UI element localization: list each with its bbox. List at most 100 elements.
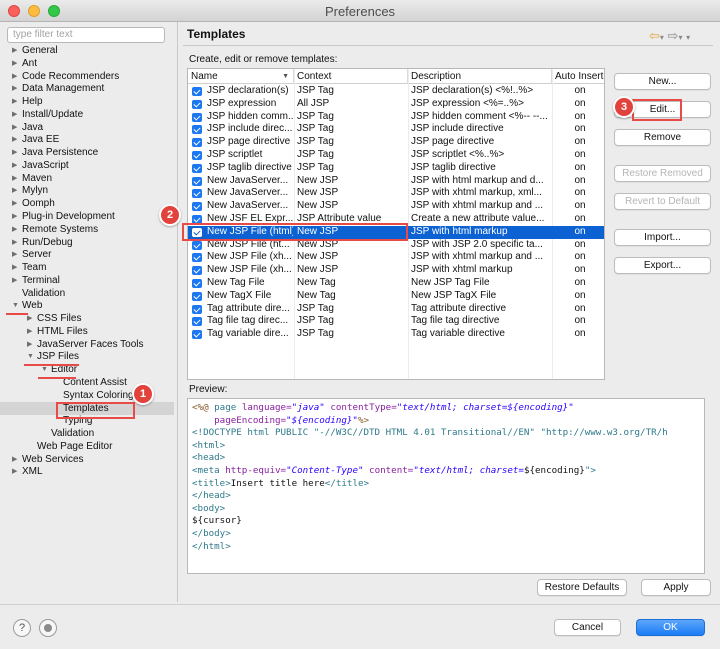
tree-item[interactable]: ▶ Java EE (0, 133, 174, 146)
table-row[interactable]: New Tag File New Tag New JSP Tag File on (188, 277, 604, 290)
tree-item[interactable]: ▶ Oomph (0, 197, 174, 210)
tree-item[interactable]: ▶ Server (0, 248, 174, 261)
enabled-checkbox[interactable] (192, 317, 202, 327)
enabled-checkbox[interactable] (192, 240, 202, 250)
enabled-checkbox[interactable] (192, 253, 202, 263)
table-row[interactable]: JSP hidden comm... JSP Tag JSP hidden comm… (188, 111, 604, 124)
collapsed-arrow-icon[interactable]: ▶ (12, 248, 17, 261)
collapsed-arrow-icon[interactable]: ▶ (12, 223, 17, 236)
expanded-arrow-icon[interactable]: ▼ (12, 299, 19, 312)
tree-item[interactable]: ▼ JSP Files (0, 350, 174, 363)
table-row[interactable]: New JavaServer... New JSP JSP with xhtml m… (188, 200, 604, 213)
collapsed-arrow-icon[interactable]: ▶ (12, 82, 17, 95)
collapsed-arrow-icon[interactable]: ▶ (12, 108, 17, 121)
tree-item[interactable]: ▶ Java Persistence (0, 146, 174, 159)
collapsed-arrow-icon[interactable]: ▶ (12, 70, 17, 83)
tree-item[interactable]: Validation (0, 427, 174, 440)
collapsed-arrow-icon[interactable]: ▶ (12, 453, 17, 466)
column-header-description[interactable]: Description (408, 69, 552, 84)
collapsed-arrow-icon[interactable]: ▶ (27, 338, 32, 351)
enabled-checkbox[interactable] (192, 279, 202, 288)
cancel-button[interactable]: Cancel (554, 619, 621, 636)
table-row[interactable]: JSP taglib directive JSP Tag JSP taglib di… (188, 162, 604, 175)
table-row[interactable]: New TagX File New Tag New JSP TagX File on (188, 290, 604, 303)
record-icon[interactable] (39, 619, 57, 637)
view-menu-icon[interactable]: ▾ (686, 33, 690, 42)
collapsed-arrow-icon[interactable]: ▶ (12, 44, 17, 57)
table-row[interactable]: JSP include direc... JSP Tag JSP include d… (188, 123, 604, 136)
enabled-checkbox[interactable] (192, 189, 202, 199)
sash-divider[interactable] (177, 22, 178, 602)
enabled-checkbox[interactable] (192, 176, 202, 186)
preference-tree[interactable]: ▶ General ▶ Ant ▶ Code Recommenders ▶ Data Mana… (0, 44, 174, 604)
forward-arrow-icon[interactable]: ⇨ (668, 28, 679, 43)
ok-button[interactable]: OK (636, 619, 705, 636)
table-row[interactable]: Tag file tag direc... JSP Tag Tag file tag… (188, 315, 604, 328)
table-row[interactable]: JSP scriptlet JSP Tag JSP scriptlet <%..%>… (188, 149, 604, 162)
enabled-checkbox[interactable] (192, 125, 202, 135)
column-header-context[interactable]: Context (294, 69, 408, 84)
export-button[interactable]: Export... (614, 257, 711, 274)
tree-item[interactable]: ▶ Java (0, 121, 174, 134)
tree-item[interactable]: ▶ Terminal (0, 274, 174, 287)
import-button[interactable]: Import... (614, 229, 711, 246)
column-header-name[interactable]: Name ▼ (188, 69, 294, 84)
tree-item[interactable]: ▶ XML (0, 465, 174, 478)
enabled-checkbox[interactable] (192, 87, 202, 96)
collapsed-arrow-icon[interactable]: ▶ (12, 146, 17, 159)
tree-item[interactable]: ▶ Help (0, 95, 174, 108)
collapsed-arrow-icon[interactable]: ▶ (12, 261, 17, 274)
column-header-auto-insert[interactable]: Auto Insert (552, 69, 604, 84)
restore-removed-button[interactable]: Restore Removed (614, 165, 711, 182)
tree-item[interactable]: ▶ Remote Systems (0, 223, 174, 236)
table-row[interactable]: Tag attribute dire... JSP Tag Tag attribut… (188, 303, 604, 316)
tree-item[interactable]: ▶ Code Recommenders (0, 70, 174, 83)
collapsed-arrow-icon[interactable]: ▶ (12, 210, 17, 223)
collapsed-arrow-icon[interactable]: ▶ (12, 465, 17, 478)
apply-button[interactable]: Apply (641, 579, 711, 596)
tree-item[interactable]: ▶ Ant (0, 57, 174, 70)
collapsed-arrow-icon[interactable]: ▶ (12, 95, 17, 108)
collapsed-arrow-icon[interactable]: ▶ (12, 197, 17, 210)
collapsed-arrow-icon[interactable]: ▶ (12, 172, 17, 185)
expanded-arrow-icon[interactable]: ▼ (27, 350, 34, 363)
tree-item[interactable]: Web Page Editor (0, 440, 174, 453)
tree-item[interactable]: ▶ Maven (0, 172, 174, 185)
table-row[interactable]: JSP declaration(s) JSP Tag JSP declaration… (188, 85, 604, 98)
tree-item[interactable]: ▶ Run/Debug (0, 236, 174, 249)
remove-button[interactable]: Remove (614, 129, 711, 146)
collapsed-arrow-icon[interactable]: ▶ (27, 325, 32, 338)
tree-item[interactable]: ▼ Web (0, 299, 174, 312)
tree-item[interactable]: ▶ HTML Files (0, 325, 174, 338)
enabled-checkbox[interactable] (192, 304, 202, 314)
table-row[interactable]: New JSP File (xh... New JSP JSP with xhtml… (188, 251, 604, 264)
enabled-checkbox[interactable] (192, 138, 202, 148)
tree-item[interactable]: ▶ Data Management (0, 82, 174, 95)
collapsed-arrow-icon[interactable]: ▶ (12, 133, 17, 146)
help-icon[interactable]: ? (13, 619, 31, 637)
collapsed-arrow-icon[interactable]: ▶ (12, 184, 17, 197)
tree-item[interactable]: ▶ Team (0, 261, 174, 274)
tree-item[interactable]: ▶ Mylyn (0, 184, 174, 197)
template-preview[interactable]: <%@ page language="java" contentType="te… (187, 398, 705, 574)
enabled-checkbox[interactable] (192, 266, 202, 276)
tree-item[interactable]: ▶ JavaServer Faces Tools (0, 338, 174, 351)
enabled-checkbox[interactable] (192, 291, 202, 301)
collapsed-arrow-icon[interactable]: ▶ (12, 274, 17, 287)
collapsed-arrow-icon[interactable]: ▶ (12, 57, 17, 70)
filter-input[interactable]: type filter text (7, 27, 165, 43)
table-row[interactable]: New JavaServer... New JSP JSP with html ma… (188, 175, 604, 188)
table-row[interactable]: New JSP File (xh... New JSP JSP with xhtml… (188, 264, 604, 277)
enabled-checkbox[interactable] (192, 112, 202, 122)
collapsed-arrow-icon[interactable]: ▶ (12, 236, 17, 249)
collapsed-arrow-icon[interactable]: ▶ (12, 159, 17, 172)
revert-to-default-button[interactable]: Revert to Default (614, 193, 711, 210)
tree-item[interactable]: Validation (0, 287, 174, 300)
table-row[interactable]: JSP expression All JSP JSP expression <%=.… (188, 98, 604, 111)
back-arrow-icon[interactable]: ⇦ (649, 28, 660, 43)
enabled-checkbox[interactable] (192, 202, 202, 212)
enabled-checkbox[interactable] (192, 151, 202, 160)
tree-item[interactable]: ▶ Web Services (0, 453, 174, 466)
tree-item[interactable]: ▶ JavaScript (0, 159, 174, 172)
enabled-checkbox[interactable] (192, 99, 202, 109)
